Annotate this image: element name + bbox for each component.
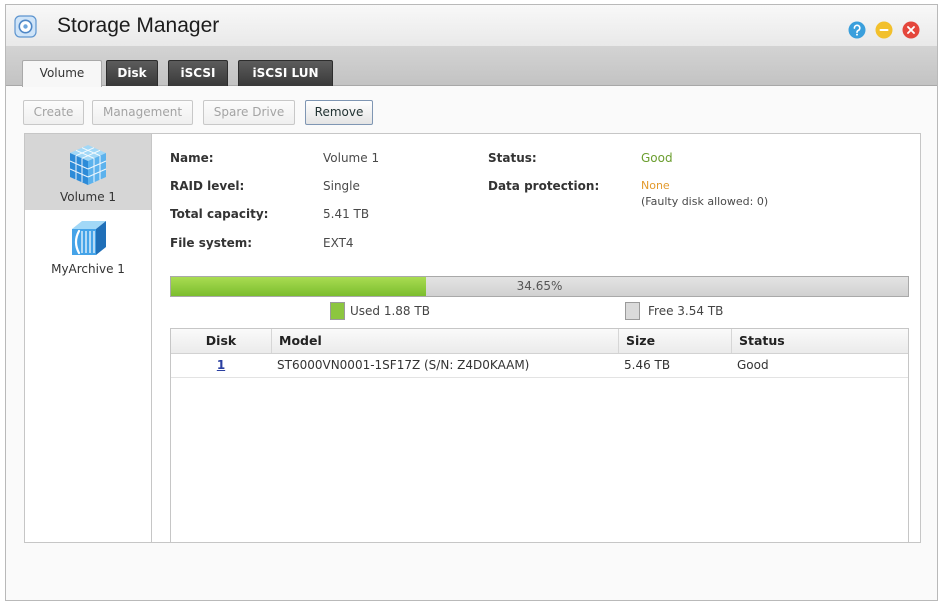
spare-drive-button[interactable]: Spare Drive <box>203 100 295 125</box>
file-system-label: File system: <box>170 236 253 250</box>
free-legend-label: Free 3.54 TB <box>648 304 724 318</box>
disk-number-link[interactable]: 1 <box>217 358 225 372</box>
name-value: Volume 1 <box>323 151 380 165</box>
create-button[interactable]: Create <box>23 100 84 125</box>
remove-button[interactable]: Remove <box>305 100 373 125</box>
free-legend-swatch <box>625 302 640 320</box>
volume-list-item-myarchive-1[interactable]: MyArchive 1 <box>25 212 151 282</box>
column-header-disk[interactable]: Disk <box>171 329 271 353</box>
volume-list-item-label: MyArchive 1 <box>51 262 125 276</box>
tab-iscsi-lun[interactable]: iSCSI LUN <box>238 60 333 86</box>
help-icon[interactable] <box>848 21 866 39</box>
disk-table: Disk Model Size Status 1 ST6000VN0001-1S… <box>170 328 909 543</box>
total-capacity-value: 5.41 TB <box>323 207 370 221</box>
data-protection-label: Data protection: <box>488 179 600 193</box>
column-header-model[interactable]: Model <box>271 329 618 353</box>
title-bar[interactable]: Storage Manager <box>6 5 937 47</box>
volume-list-item-label: Volume 1 <box>59 190 117 204</box>
volume-list-item-volume-1[interactable]: Volume 1 <box>25 134 151 210</box>
column-header-size[interactable]: Size <box>618 329 731 353</box>
file-system-value: EXT4 <box>323 236 354 250</box>
used-legend-swatch <box>330 302 345 320</box>
column-header-status[interactable]: Status <box>731 329 908 353</box>
status-label: Status: <box>488 151 537 165</box>
model-cell: ST6000VN0001-1SF17Z (S/N: Z4D0KAAM) <box>277 358 530 372</box>
status-value: Good <box>641 151 673 165</box>
usage-percent: 34.65% <box>516 279 563 293</box>
data-protection-value: None <box>641 179 670 192</box>
raid-level-label: RAID level: <box>170 179 245 193</box>
total-capacity-label: Total capacity: <box>170 207 269 221</box>
tab-bar: Volume Disk iSCSI iSCSI LUN <box>6 47 937 87</box>
management-button[interactable]: Management <box>92 100 193 125</box>
storage-manager-icon <box>14 15 37 38</box>
status-cell: Good <box>737 358 769 372</box>
disk-cell: 1 <box>171 354 271 377</box>
tab-disk[interactable]: Disk <box>106 60 158 86</box>
volume-cube-icon <box>68 143 110 187</box>
disk-table-header: Disk Model Size Status <box>171 329 908 354</box>
size-cell: 5.46 TB <box>624 358 671 372</box>
usage-bar: 34.65% <box>170 276 909 297</box>
name-label: Name: <box>170 151 214 165</box>
raid-level-value: Single <box>323 179 360 193</box>
faulty-disk-note: (Faulty disk allowed: 0) <box>641 195 769 208</box>
minimize-icon[interactable] <box>875 21 893 39</box>
close-icon[interactable] <box>902 21 920 39</box>
used-legend-label: Used 1.88 TB <box>350 304 430 318</box>
window-title: Storage Manager <box>57 14 220 37</box>
tab-volume[interactable]: Volume <box>22 60 102 87</box>
tab-iscsi[interactable]: iSCSI <box>168 60 228 86</box>
archive-icon <box>68 216 110 260</box>
table-row[interactable]: 1 ST6000VN0001-1SF17Z (S/N: Z4D0KAAM) 5.… <box>171 354 908 378</box>
